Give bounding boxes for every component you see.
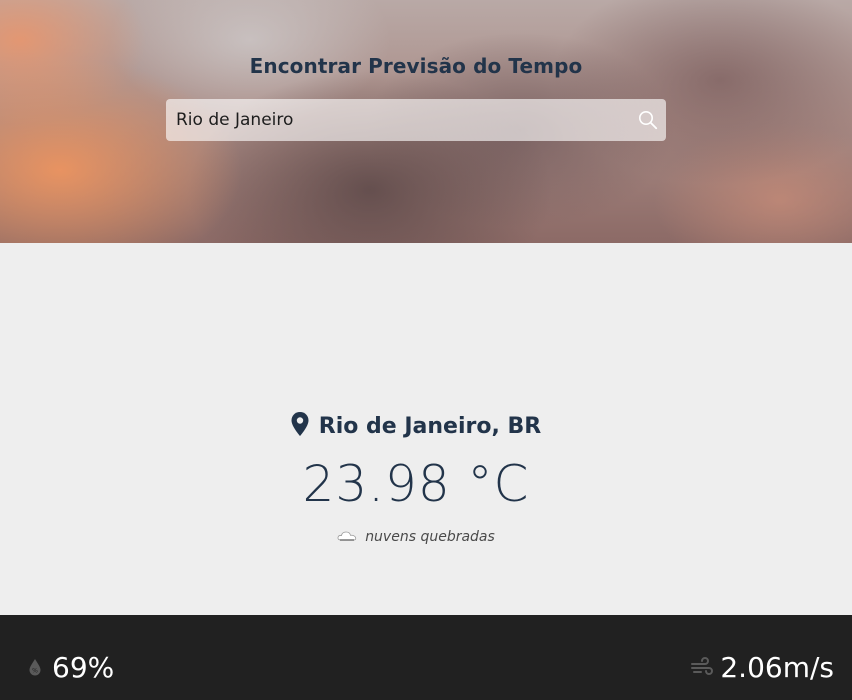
location-heading: Rio de Janeiro, BR: [0, 412, 832, 439]
map-pin-icon: [291, 412, 309, 436]
search-header: Encontrar Previsão do Tempo: [0, 0, 852, 243]
humidity-value: 69%: [52, 650, 115, 684]
water-drop-icon: %: [29, 659, 41, 676]
stats-bar: % 69% 2.06m/s: [0, 615, 852, 700]
humidity-stat: % 69%: [28, 649, 114, 685]
wind-value: 2.06m/s: [720, 650, 834, 684]
weather-condition-label: nuvens quebradas: [365, 529, 495, 545]
search-icon[interactable]: [638, 110, 658, 130]
weather-panel: Rio de Janeiro, BR 23.98 °C nuvens quebr…: [0, 243, 852, 615]
search-input[interactable]: [166, 99, 626, 141]
wind-icon: [691, 657, 714, 675]
search-box: [166, 99, 666, 141]
weather-condition: nuvens quebradas: [0, 529, 832, 545]
location-name: Rio de Janeiro, BR: [318, 414, 542, 439]
wind-stat: 2.06m/s: [690, 649, 834, 685]
svg-text:%: %: [32, 668, 38, 675]
temperature-value: 23.98 °C: [302, 455, 530, 513]
broken-clouds-icon: [337, 531, 357, 541]
page-title: Encontrar Previsão do Tempo: [249, 54, 583, 78]
